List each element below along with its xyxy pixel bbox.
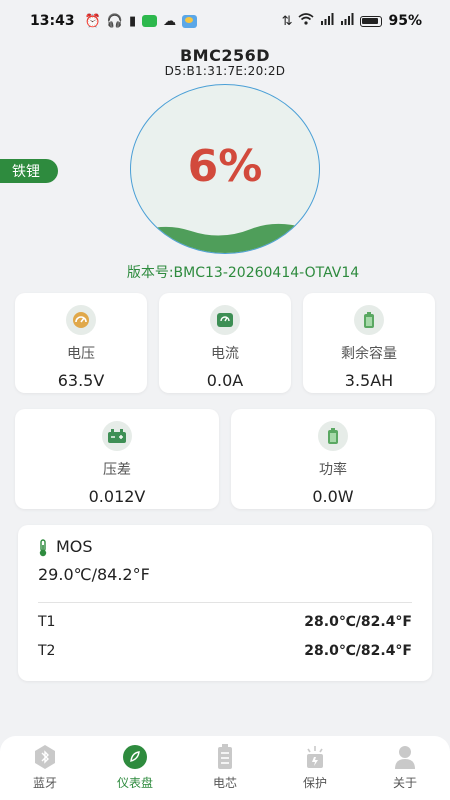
nav-label: 蓝牙 [32,776,57,790]
status-right: ⇅ 95% [282,13,422,29]
battery-power-icon [318,421,348,451]
voltage-label: 电压 [67,346,95,362]
soc-percent: 6% [187,141,263,192]
thermometer-icon [38,538,47,556]
voltage-card[interactable]: 电压 63.5V [15,293,147,393]
nav-label: 保护 [302,776,327,790]
headphones-icon: 🎧 [106,13,123,29]
ammeter-icon [210,305,240,335]
weather-icon [182,14,198,28]
capacity-label: 剩余容量 [341,346,397,362]
status-bar: 13:43 ⏰ 🎧 ▮ ☁ ⇅ 95% [0,0,450,42]
alarm-icon: ⏰ [84,13,101,29]
voltage-value: 63.5V [57,371,105,390]
gauge-icon [66,305,96,335]
current-value: 0.0A [206,371,244,390]
dashboard-icon [122,744,148,770]
status-left: 13:43 ⏰ 🎧 ▮ ☁ [30,13,198,29]
divider [38,602,412,603]
sensor-row-t2: T2 28.0℃/82.4°F [38,643,412,659]
sensor-label: T2 [38,643,56,659]
sensor-value: 28.0℃/82.4°F [304,643,412,659]
bottom-nav: 蓝牙 仪表盘 电芯 保护 关于 [0,736,450,800]
signal-5g-icon [320,13,334,29]
nav-item-dashboard[interactable]: 仪表盘 [100,744,170,791]
voltage-diff-card[interactable]: 压差 0.012V [15,409,219,509]
nav-label: 仪表盘 [116,776,153,790]
capacity-card[interactable]: 剩余容量 3.5AH [303,293,435,393]
about-icon [392,744,418,770]
soc-gauge: 6% [130,84,320,254]
nav-item-cells[interactable]: 电芯 [190,744,260,791]
mos-label: MOS [56,537,93,556]
sensor-row-t1: T1 28.0℃/82.4°F [38,614,412,630]
signal-5g-icon-2 [340,13,354,29]
battery-percent: 95% [388,13,422,29]
data-speed-icon: ⇅ [281,13,293,29]
nav-item-about[interactable]: 关于 [370,744,440,791]
temperature-card: MOS 29.0℃/84.2°F T1 28.0℃/82.4°F T2 28.0… [18,525,432,681]
cloud-icon: ☁ [163,13,177,29]
status-time: 13:43 [30,13,75,29]
device-mac: D5:B1:31:7E:20:2D [164,64,286,78]
nav-item-protection[interactable]: 保护 [280,744,350,791]
wifi-icon [298,13,315,29]
current-card[interactable]: 电流 0.0A [159,293,291,393]
battery-cell-icon [212,744,238,770]
device-name: BMC256D [179,46,271,65]
bluetooth-icon [32,744,58,770]
soc-wave [131,223,319,253]
battery-terminal-icon [102,421,132,451]
battery-small-icon: ▮ [128,13,137,29]
nav-label: 电芯 [212,776,237,790]
power-value: 0.0W [312,487,354,506]
sensor-value: 28.0℃/82.4°F [304,614,412,630]
wechat-icon [142,15,158,27]
firmware-version: 版本号:BMC13-20260414-OTAV14 [126,265,360,281]
protection-icon [302,744,328,770]
power-card[interactable]: 功率 0.0W [231,409,435,509]
voltage-diff-label: 压差 [103,462,131,478]
power-label: 功率 [319,462,347,478]
nav-label: 关于 [392,776,417,790]
mos-value: 29.0℃/84.2°F [38,565,150,584]
battery-type-label: 铁锂 [12,164,40,180]
battery-capacity-icon [354,305,384,335]
nav-item-bluetooth[interactable]: 蓝牙 [10,744,80,791]
mos-title: MOS [38,537,93,556]
sensor-label: T1 [38,614,56,630]
phone-battery-icon [360,15,383,27]
current-label: 电流 [211,346,239,362]
capacity-value: 3.5AH [344,371,394,390]
battery-type-tag[interactable]: 铁锂 [0,159,58,183]
voltage-diff-value: 0.012V [88,487,146,506]
